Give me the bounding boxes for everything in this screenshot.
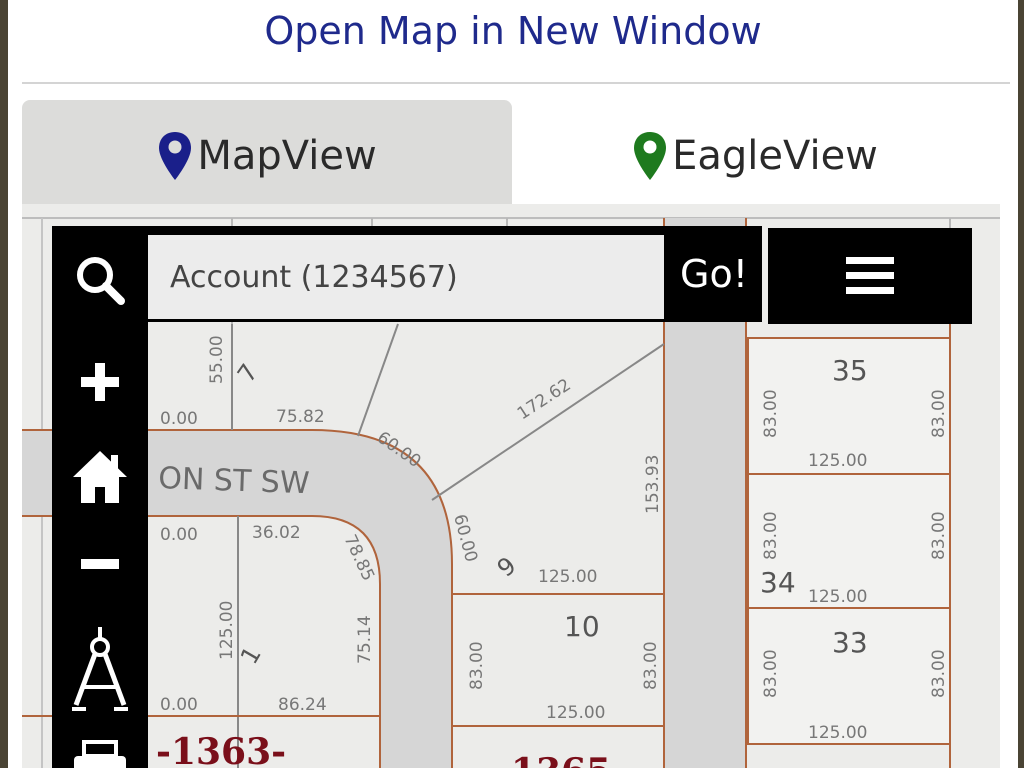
lot-number: 10 [564, 610, 600, 643]
map-pin-icon [634, 132, 667, 180]
open-map-new-window-link[interactable]: Open Map in New Window [8, 0, 1018, 62]
lot-number: 34 [760, 566, 796, 599]
dimension-label: 125.00 [808, 723, 867, 743]
zoom-in-icon [81, 363, 119, 401]
dimension-label: 55.00 [207, 335, 227, 384]
dimension-label: 0.00 [160, 695, 198, 715]
parcel-map[interactable]: ON ST SW 35 34 33 10 9 1 7 55.00 75.82 1… [22, 204, 1000, 768]
search-tool-button[interactable] [52, 244, 148, 316]
map-pin-icon [159, 132, 192, 180]
account-label: -1365- [496, 751, 626, 768]
print-icon [74, 740, 126, 768]
dimension-label: 36.02 [252, 523, 301, 543]
tab-mapview-label: MapView [197, 133, 377, 179]
tab-eagleview-label: EagleView [672, 133, 878, 179]
map-panel: Open Map in New Window MapView EagleView [8, 0, 1018, 768]
dimension-label: 75.82 [276, 407, 325, 427]
home-icon [73, 451, 127, 503]
tab-eagleview[interactable]: EagleView [512, 100, 998, 212]
tab-mapview[interactable]: MapView [22, 100, 512, 212]
dimension-label: 153.93 [643, 455, 663, 514]
measure-compass-icon [72, 627, 128, 711]
dimension-label: 125.00 [546, 703, 605, 723]
dimension-label: 75.14 [355, 615, 375, 664]
dimension-label: 83.00 [929, 649, 949, 698]
dimension-label: 125.00 [808, 587, 867, 607]
dimension-label: 0.00 [160, 409, 198, 429]
dimension-label: 83.00 [641, 641, 661, 690]
dimension-label: 125.00 [808, 451, 867, 471]
lot-number: 35 [832, 354, 868, 387]
dimension-label: 0.00 [160, 525, 198, 545]
print-button[interactable] [52, 732, 148, 768]
hamburger-menu-icon [846, 257, 894, 294]
home-button[interactable] [52, 438, 148, 514]
menu-button[interactable] [768, 228, 972, 324]
zoom-out-icon [81, 559, 119, 569]
dimension-label: 83.00 [761, 649, 781, 698]
zoom-out-button[interactable] [52, 532, 148, 596]
dimension-label: 83.00 [929, 389, 949, 438]
dimension-label: 125.00 [538, 567, 597, 587]
lot-number: 33 [832, 626, 868, 659]
account-label: -1363- [156, 731, 286, 768]
dimension-label: 83.00 [761, 511, 781, 560]
dimension-label: 83.00 [467, 641, 487, 690]
dimension-label: 83.00 [929, 511, 949, 560]
street-label: ON ST SW [158, 461, 310, 501]
dimension-label: 125.00 [217, 601, 237, 660]
divider [22, 82, 1010, 84]
dimension-label: 83.00 [761, 389, 781, 438]
dimension-label: 86.24 [278, 695, 327, 715]
zoom-in-button[interactable] [52, 346, 148, 418]
map-toolbar [52, 226, 148, 768]
go-button[interactable]: Go! [666, 226, 762, 322]
account-search-input[interactable] [148, 235, 664, 319]
search-icon [77, 257, 125, 305]
measure-button[interactable] [52, 622, 148, 714]
